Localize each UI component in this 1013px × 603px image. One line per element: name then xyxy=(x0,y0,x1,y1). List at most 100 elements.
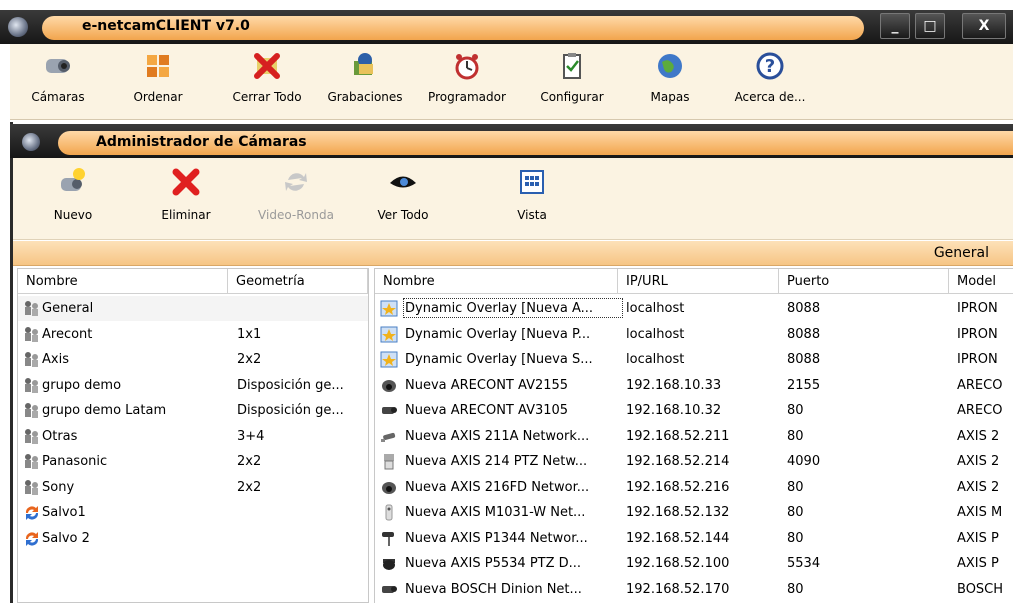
group-name: Salvo1 xyxy=(42,505,86,520)
groups-list[interactable]: Nombre Geometría General Arecont 1x1 Axis 2x… xyxy=(17,268,369,603)
camera-name: Nueva AXIS 214 PTZ Netw... xyxy=(405,454,588,469)
vista-button[interactable]: Vista xyxy=(507,166,557,222)
group-row[interactable]: grupo demo Latam Disposición ge... xyxy=(18,398,368,423)
group-row[interactable]: Otras 3+4 xyxy=(18,424,368,449)
vista-label: Vista xyxy=(517,208,547,222)
camera-row[interactable]: Nueva AXIS 216FD Networ... 192.168.52.216… xyxy=(375,475,1013,500)
video-ronda-button[interactable]: Video-Ronda xyxy=(251,166,341,222)
group-row[interactable]: grupo demo Disposición ge... xyxy=(18,373,368,398)
toolbar-acerca-button[interactable]: ? Acerca de... xyxy=(725,50,815,104)
cameras-col-nombre[interactable]: Nombre xyxy=(375,269,618,294)
camera-row[interactable]: Dynamic Overlay [Nueva P... localhost 8088… xyxy=(375,322,1013,347)
toolbar-camaras-button[interactable]: Cámaras xyxy=(28,50,88,104)
config-clipboard-icon xyxy=(563,53,581,79)
toolbar-label: Mapas xyxy=(650,90,690,104)
group-icon xyxy=(23,479,41,496)
current-group-label: General xyxy=(933,245,989,261)
view-grid-icon xyxy=(520,170,544,194)
group-name: Sony xyxy=(42,479,75,495)
minimize-button[interactable]: _ xyxy=(880,13,910,39)
toolbar-mapas-button[interactable]: Mapas xyxy=(640,50,700,104)
camera-model: AXIS 2 xyxy=(957,479,1000,495)
close-button[interactable]: X xyxy=(962,13,1006,39)
group-row[interactable]: Salvo 2 xyxy=(18,526,368,551)
camera-row[interactable]: Nueva AXIS P5534 PTZ D... 192.168.52.100 5… xyxy=(375,551,1013,576)
group-icon xyxy=(23,351,41,368)
ver-todo-button[interactable]: Ver Todo xyxy=(373,166,433,222)
camera-row[interactable]: Dynamic Overlay [Nueva A... localhost 8088… xyxy=(375,296,1013,321)
camera-port: 8088 xyxy=(787,326,821,342)
toolbar-ordenar-button[interactable]: Ordenar xyxy=(128,50,188,104)
toolbar-label: Cámaras xyxy=(31,90,85,104)
group-row[interactable]: Arecont 1x1 xyxy=(18,322,368,347)
camera-ip: 192.168.52.216 xyxy=(626,479,730,495)
salvo-icon xyxy=(23,530,41,547)
groups-col-nombre[interactable]: Nombre xyxy=(18,269,228,294)
overlay-icon xyxy=(380,300,398,317)
box-camera-icon xyxy=(380,402,398,419)
camera-row[interactable]: Nueva AXIS 211A Network... 192.168.52.211… xyxy=(375,424,1013,449)
camera-ip: localhost xyxy=(626,326,685,342)
toolbar-cerrar-todo-button[interactable]: Cerrar Todo xyxy=(222,50,312,104)
group-geometry: 2x2 xyxy=(237,352,262,367)
toolbar-grabaciones-button[interactable]: Grabaciones xyxy=(320,50,410,104)
toolbar-label: Grabaciones xyxy=(327,90,403,104)
toolbar-configurar-button[interactable]: Configurar xyxy=(530,50,614,104)
camera-row[interactable]: Nueva AXIS P1344 Networ... 192.168.52.144… xyxy=(375,526,1013,551)
camera-row[interactable]: Nueva AXIS M1031-W Net... 192.168.52.132 8… xyxy=(375,500,1013,525)
app-title-bar[interactable]: e-netcamCLIENT v7.0 _ □ X xyxy=(0,10,1013,44)
toolbar-label: Programador xyxy=(428,90,506,104)
video-round-icon xyxy=(285,173,307,191)
close-all-icon xyxy=(254,53,280,79)
camera-ip: 192.168.52.100 xyxy=(626,556,730,571)
groups-col-geometria[interactable]: Geometría xyxy=(228,269,368,294)
ver-todo-label: Ver Todo xyxy=(377,208,429,222)
camera-ip: 192.168.10.32 xyxy=(626,403,722,418)
camera-model: ARECO xyxy=(957,377,1003,393)
camera-row[interactable]: Nueva BOSCH Dinion Net... 192.168.52.170 8… xyxy=(375,577,1013,602)
cameras-col-modelo[interactable]: Model xyxy=(949,269,1013,294)
app-system-icon[interactable] xyxy=(8,17,28,37)
camera-name: Nueva AXIS M1031-W Net... xyxy=(405,505,586,520)
inner-system-icon[interactable] xyxy=(22,133,40,151)
camera-model: AXIS P xyxy=(957,530,999,546)
nuevo-button[interactable]: Nuevo xyxy=(43,166,103,222)
eliminar-button[interactable]: Eliminar xyxy=(151,166,221,222)
camera-row[interactable]: Dynamic Overlay [Nueva S... localhost 8088… xyxy=(375,347,1013,372)
cameras-list[interactable]: Nombre IP/URL Puerto Model Dynamic Overl… xyxy=(374,268,1013,603)
inner-title-bar[interactable]: Administrador de Cámaras xyxy=(10,124,1013,158)
cameras-col-puerto[interactable]: Puerto xyxy=(779,269,949,294)
group-row[interactable]: Axis 2x2 xyxy=(18,347,368,372)
group-header-bar: General xyxy=(13,241,1013,266)
maximize-button[interactable]: □ xyxy=(915,13,945,39)
group-row[interactable]: General xyxy=(18,296,368,321)
camera-name: Nueva AXIS P5534 PTZ D... xyxy=(405,556,582,571)
group-icon xyxy=(23,377,41,394)
group-name: Arecont xyxy=(42,326,93,342)
group-icon xyxy=(23,428,41,445)
inner-title: Administrador de Cámaras xyxy=(96,134,307,150)
cube-camera-icon xyxy=(380,504,398,521)
eliminar-label: Eliminar xyxy=(161,208,211,222)
camera-model: AXIS 2 xyxy=(957,454,1000,469)
delete-x-icon xyxy=(172,168,200,196)
group-row[interactable]: Sony 2x2 xyxy=(18,475,368,500)
camera-port: 80 xyxy=(787,581,804,597)
group-name: General xyxy=(42,301,94,316)
group-geometry: 2x2 xyxy=(237,454,262,469)
camera-model: IPRON xyxy=(957,352,998,367)
group-row[interactable]: Panasonic 2x2 xyxy=(18,449,368,474)
camera-row[interactable]: Nueva ARECONT AV3105 192.168.10.32 80 ARECO xyxy=(375,398,1013,423)
group-row[interactable]: Salvo1 xyxy=(18,500,368,525)
camera-model: AXIS P xyxy=(957,556,999,571)
group-geometry: Disposición ge... xyxy=(237,403,344,418)
group-name: grupo demo Latam xyxy=(42,403,167,418)
toolbar-programador-button[interactable]: Programador xyxy=(420,50,514,104)
main-toolbar: Cámaras Ordenar Cerrar Todo Grabaciones … xyxy=(10,44,1013,120)
camera-row[interactable]: Nueva AXIS 214 PTZ Netw... 192.168.52.214… xyxy=(375,449,1013,474)
admin-toolbar: Nuevo Eliminar Video-Ronda Ver Todo Vist… xyxy=(13,158,1013,240)
svg-text:?: ? xyxy=(765,56,775,77)
cameras-col-ip[interactable]: IP/URL xyxy=(618,269,779,294)
group-icon xyxy=(23,300,41,317)
camera-row[interactable]: Nueva ARECONT AV2155 192.168.10.33 2155 ARE… xyxy=(375,373,1013,398)
